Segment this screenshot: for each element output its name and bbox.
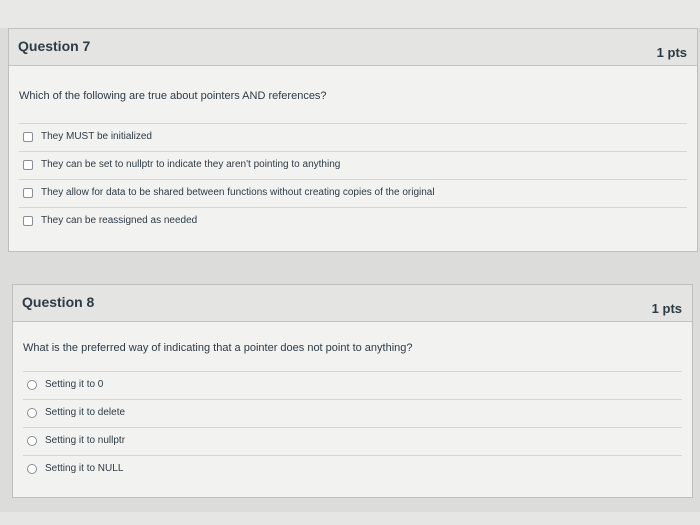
checkbox-icon[interactable] — [23, 160, 33, 170]
answer-label[interactable]: Setting it to nullptr — [45, 435, 125, 446]
answer-label[interactable]: They can be set to nullptr to indicate t… — [41, 159, 340, 170]
answer-label[interactable]: They allow for data to be shared between… — [41, 187, 435, 198]
answer-option[interactable]: They can be reassigned as needed — [19, 207, 687, 235]
answer-option[interactable]: They allow for data to be shared between… — [19, 179, 687, 207]
question-card-7: Question 7 1 pts Which of the following … — [8, 28, 698, 252]
question-points: 1 pts — [656, 45, 687, 60]
checkbox-icon[interactable] — [23, 188, 33, 198]
answer-option[interactable]: They can be set to nullptr to indicate t… — [19, 151, 687, 179]
answer-label[interactable]: Setting it to 0 — [45, 379, 103, 390]
question-points: 1 pts — [651, 301, 682, 316]
answer-label[interactable]: They MUST be initialized — [41, 131, 152, 142]
radio-button-icon[interactable] — [27, 436, 37, 446]
answer-label[interactable]: Setting it to NULL — [45, 463, 123, 474]
checkbox-icon[interactable] — [23, 132, 33, 142]
radio-button-icon[interactable] — [27, 380, 37, 390]
top-strip — [0, 0, 700, 28]
answer-option[interactable]: Setting it to delete — [23, 399, 682, 427]
question-title: Question 8 — [22, 294, 95, 310]
answer-list: Setting it to 0 Setting it to delete Set… — [23, 371, 682, 483]
question-title: Question 7 — [18, 38, 91, 54]
question-text: Which of the following are true about po… — [19, 90, 327, 102]
answer-option[interactable]: They MUST be initialized — [19, 123, 687, 151]
answer-option[interactable]: Setting it to NULL — [23, 455, 682, 483]
answer-option[interactable]: Setting it to nullptr — [23, 427, 682, 455]
question-card-8: Question 8 1 pts What is the preferred w… — [12, 284, 693, 498]
answer-label[interactable]: They can be reassigned as needed — [41, 215, 197, 226]
radio-button-icon[interactable] — [27, 464, 37, 474]
answer-list: They MUST be initialized They can be set… — [19, 123, 687, 235]
answer-label[interactable]: Setting it to delete — [45, 407, 125, 418]
radio-button-icon[interactable] — [27, 408, 37, 418]
question-text: What is the preferred way of indicating … — [23, 342, 413, 354]
answer-option[interactable]: Setting it to 0 — [23, 371, 682, 399]
question-header: Question 8 1 pts — [13, 285, 692, 322]
next-question-card-edge — [0, 512, 700, 525]
question-header: Question 7 1 pts — [9, 29, 697, 66]
checkbox-icon[interactable] — [23, 216, 33, 226]
